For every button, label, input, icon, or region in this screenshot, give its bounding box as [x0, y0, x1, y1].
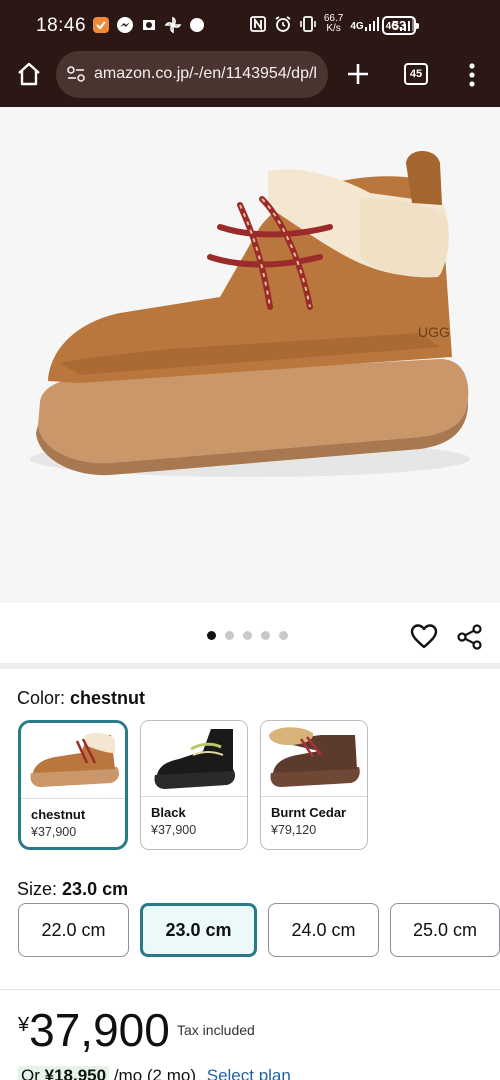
section-divider [0, 663, 500, 669]
chestnut-boot-thumb [30, 732, 119, 787]
size-option-selected[interactable]: 23.0 cm [140, 903, 257, 957]
boot-illustration: UGG [30, 151, 470, 477]
size-options: 22.0 cm 23.0 cm 24.0 cm 25.0 cm [18, 903, 500, 957]
browser-chrome: 18:46 66.7 K/s 4G 4G 53 amazon.co.jp/-/e… [0, 0, 500, 107]
color-option-black[interactable]: Black ¥37,900 [140, 720, 248, 850]
swatch-price: ¥37,900 [31, 825, 77, 839]
carousel-dot[interactable] [225, 631, 234, 640]
installment-info: Or ¥18,950 /mo (2 mo) Select plan [18, 1066, 291, 1080]
color-label: Color: chestnut [17, 688, 145, 709]
swatch-image [261, 721, 367, 797]
notification-app-icon [93, 17, 109, 33]
carousel-dot[interactable] [243, 631, 252, 640]
swatch-image [21, 723, 125, 799]
color-label-text: Color: [17, 688, 66, 708]
more-menu-icon[interactable] [460, 62, 484, 88]
swatch-price: ¥79,120 [271, 823, 317, 837]
installment-term: /mo (2 mo) [113, 1066, 196, 1080]
status-time: 18:46 [36, 15, 87, 36]
size-option[interactable]: 25.0 cm [390, 903, 500, 957]
tab-switcher-button[interactable]: 45 [404, 63, 428, 85]
product-image[interactable]: UGG [0, 107, 500, 603]
divider [0, 989, 500, 990]
battery-indicator: 53 [382, 16, 419, 35]
home-icon[interactable] [16, 61, 42, 87]
carousel-dot[interactable] [279, 631, 288, 640]
signal-1: 4G [350, 17, 379, 32]
swatch-image [141, 721, 247, 797]
color-swatches: chestnut ¥37,900 Black ¥37,900 Burnt Ced… [18, 720, 368, 850]
status-bar: 18:46 66.7 K/s 4G 4G 53 [0, 0, 500, 50]
image-carousel-controls [0, 603, 500, 665]
swatch-name: Burnt Cedar [271, 805, 347, 820]
tax-note: Tax included [177, 1022, 255, 1038]
dot-icon [190, 18, 204, 32]
alarm-icon [275, 16, 291, 32]
share-icon[interactable] [456, 623, 484, 651]
installment-prefix: Or [21, 1066, 40, 1080]
notification-icons [92, 16, 206, 34]
black-boot-thumb [154, 729, 235, 789]
price: ¥ 37,900 [18, 1004, 170, 1056]
select-plan-link[interactable]: Select plan [207, 1066, 291, 1080]
vibrate-icon [300, 16, 316, 32]
url-text[interactable]: amazon.co.jp/-/en/1143954/dp/l [94, 65, 322, 83]
size-option[interactable]: 24.0 cm [268, 903, 379, 957]
price-amount: 37,900 [29, 1004, 170, 1056]
nfc-icon [249, 16, 266, 32]
carousel-dots[interactable] [207, 631, 288, 640]
network-type-1: 4G [350, 21, 364, 32]
new-tab-icon[interactable] [344, 60, 372, 88]
carousel-dot[interactable] [261, 631, 270, 640]
signal-bars-icon [364, 17, 379, 31]
size-option[interactable]: 22.0 cm [18, 903, 129, 957]
burnt-cedar-boot-thumb [269, 727, 360, 787]
installment-amount-box: Or ¥18,950 [18, 1066, 110, 1080]
color-option-chestnut[interactable]: chestnut ¥37,900 [18, 720, 128, 850]
swatch-price: ¥37,900 [151, 823, 197, 837]
speed-unit: K/s [326, 23, 341, 34]
app-icon [143, 20, 155, 30]
pinwheel-icon [164, 16, 182, 34]
installment-amount: ¥18,950 [44, 1066, 107, 1080]
svg-text:UGG: UGG [418, 324, 450, 340]
swatch-name: chestnut [31, 807, 86, 822]
carousel-dot[interactable] [207, 631, 216, 640]
messenger-icon [117, 17, 133, 33]
size-label: Size: 23.0 cm [17, 879, 128, 900]
address-bar[interactable]: amazon.co.jp/-/en/1143954/dp/l [56, 51, 328, 98]
color-selected-value: chestnut [70, 688, 146, 708]
size-label-text: Size: [17, 879, 58, 899]
wishlist-heart-icon[interactable] [410, 623, 438, 651]
site-settings-icon[interactable] [66, 64, 86, 84]
swatch-name: Black [151, 805, 186, 820]
color-option-burnt-cedar[interactable]: Burnt Cedar ¥79,120 [260, 720, 368, 850]
price-currency: ¥ [18, 1014, 30, 1036]
network-speed: 66.7 K/s [324, 14, 343, 34]
size-selected-value: 23.0 cm [62, 879, 129, 899]
